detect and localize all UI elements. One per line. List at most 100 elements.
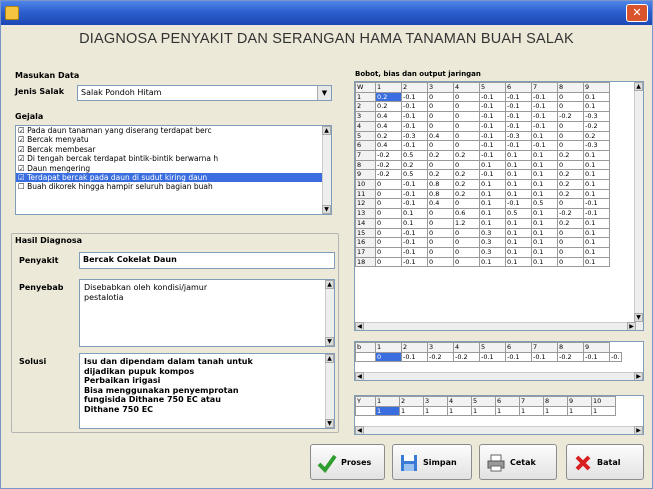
symptom-item[interactable]: ☑ Daun mengering	[16, 164, 331, 173]
weight-cell[interactable]: 0.3	[479, 237, 506, 248]
scroll-up-icon[interactable]: ▲	[634, 82, 643, 91]
output-cell[interactable]	[355, 405, 376, 417]
chevron-down-icon[interactable]: ▼	[317, 86, 331, 100]
weight-cell[interactable]: 0	[453, 101, 480, 113]
weight-cell[interactable]: 0.5	[531, 198, 558, 210]
weight-cell[interactable]: 0.1	[583, 91, 610, 103]
weight-grid-vscroll[interactable]: ▲ ▼	[634, 82, 643, 330]
scroll-left-icon[interactable]: ◀	[355, 322, 364, 330]
row-header[interactable]: 10	[355, 179, 376, 190]
weight-cell[interactable]: 0.2	[427, 149, 454, 161]
weight-cell[interactable]: 0.1	[583, 246, 610, 258]
weight-cell[interactable]: 0.1	[505, 227, 532, 239]
weight-cell[interactable]: -0.3	[401, 130, 428, 142]
weight-cell[interactable]: -0.1	[479, 111, 506, 122]
bias-cell[interactable]: -0.2	[453, 351, 480, 363]
column-header[interactable]: 8	[543, 396, 568, 407]
cetak-button[interactable]: Cetak	[479, 444, 557, 480]
weight-cell[interactable]: 0	[557, 120, 584, 132]
weight-cell[interactable]: 1.2	[453, 217, 480, 229]
weight-cell[interactable]: 0.1	[583, 179, 610, 190]
output-cell[interactable]: 1	[447, 405, 472, 417]
weight-cell[interactable]: -0.1	[479, 140, 506, 151]
bias-cell[interactable]: -0.2	[557, 351, 584, 363]
weight-cell[interactable]: 0.1	[531, 169, 558, 181]
weight-cell[interactable]: 0	[453, 256, 480, 268]
bias-cell[interactable]: -0.1	[505, 351, 532, 363]
symptom-item[interactable]: ☑ Pada daun tanaman yang diserang terdap…	[16, 126, 331, 135]
column-header[interactable]: 6	[505, 82, 532, 93]
row-header[interactable]: 9	[355, 169, 376, 181]
output-cell[interactable]: 1	[471, 405, 496, 417]
output-cell[interactable]: 1	[375, 405, 400, 417]
weight-cell[interactable]: -0.1	[505, 101, 532, 113]
weight-cell[interactable]: -0.1	[505, 120, 532, 132]
column-header[interactable]: Y	[355, 396, 376, 407]
scroll-up-icon[interactable]: ▲	[325, 280, 334, 289]
weight-cell[interactable]: 0.8	[427, 188, 454, 200]
column-header[interactable]: 3	[427, 342, 454, 353]
bias-cell[interactable]: -0.1	[401, 351, 428, 363]
weight-cell[interactable]: 0	[427, 217, 454, 229]
weight-cell[interactable]: 0	[427, 246, 454, 258]
weight-cell[interactable]: -0.1	[401, 140, 428, 151]
weight-cell[interactable]: -0.2	[375, 159, 402, 171]
column-header[interactable]: 9	[583, 342, 610, 353]
weight-cell[interactable]: 0	[427, 111, 454, 122]
scroll-down-icon[interactable]: ▼	[634, 313, 643, 322]
column-header[interactable]: 10	[591, 396, 616, 407]
scroll-down-icon[interactable]: ▼	[325, 337, 334, 346]
weight-cell[interactable]: 0	[427, 159, 454, 171]
scroll-right-icon[interactable]: ▶	[627, 322, 636, 330]
weight-cell[interactable]: 0.1	[479, 188, 506, 200]
column-header[interactable]: 2	[401, 342, 428, 353]
weight-cell[interactable]: 0	[453, 198, 480, 210]
weight-cell[interactable]: -0.1	[531, 101, 558, 113]
weight-cell[interactable]: 0	[375, 246, 402, 258]
weight-cell[interactable]: 0.1	[583, 256, 610, 268]
bias-cell[interactable]: -0.1	[583, 351, 610, 363]
checkbox-icon[interactable]: ☑	[18, 154, 27, 163]
weight-cell[interactable]: -0.1	[401, 101, 428, 113]
bias-cell[interactable]: -0.1	[531, 351, 558, 363]
weight-cell[interactable]: -0.1	[479, 149, 506, 161]
output-cell[interactable]: 1	[495, 405, 520, 417]
bias-cell[interactable]: -0.	[609, 351, 622, 363]
weight-cell[interactable]: 0.3	[479, 227, 506, 239]
output-cell[interactable]: 1	[567, 405, 592, 417]
column-header[interactable]: W	[355, 82, 376, 93]
column-header[interactable]: 7	[531, 82, 558, 93]
bias-cell[interactable]: -0.2	[427, 351, 454, 363]
weight-cell[interactable]: 0	[557, 198, 584, 210]
weight-cell[interactable]: 0	[557, 256, 584, 268]
weight-cell[interactable]: 0	[453, 91, 480, 103]
scroll-up-icon[interactable]: ▲	[325, 354, 334, 363]
penyebab-scrollbar[interactable]: ▲ ▼	[325, 280, 334, 346]
solusi-scrollbar[interactable]: ▲ ▼	[325, 354, 334, 428]
penyakit-field[interactable]: Bercak Cokelat Daun	[79, 252, 335, 269]
symptom-item[interactable]: ☑ Di tengah bercak terdapat bintik-binti…	[16, 154, 331, 163]
symptom-item[interactable]: ☐ Buah dikorek hingga hampir seluruh bag…	[16, 182, 331, 191]
checkbox-icon[interactable]: ☑	[18, 145, 27, 154]
weight-cell[interactable]: 0	[453, 130, 480, 142]
column-header[interactable]: 1	[375, 342, 402, 353]
weight-cell[interactable]: 0.1	[583, 149, 610, 161]
close-button[interactable]: ✕	[626, 4, 648, 22]
weight-cell[interactable]: 0.1	[505, 217, 532, 229]
weight-cell[interactable]: 0.2	[557, 149, 584, 161]
weight-cell[interactable]: 0.5	[401, 149, 428, 161]
weight-cell[interactable]: 0.4	[427, 198, 454, 210]
weight-cell[interactable]: 0.5	[505, 208, 532, 219]
weight-cell[interactable]: -0.1	[479, 169, 506, 181]
row-header[interactable]: 13	[355, 208, 376, 219]
row-header[interactable]: 6	[355, 140, 376, 151]
weight-cell[interactable]: 0.1	[505, 188, 532, 200]
weight-cell[interactable]: 0.4	[375, 120, 402, 132]
output-grid-hscroll[interactable]: ◀ ▶	[355, 426, 643, 434]
weight-cell[interactable]: 0.1	[505, 149, 532, 161]
weight-cell[interactable]: 0.2	[557, 179, 584, 190]
weight-cell[interactable]: -0.1	[505, 111, 532, 122]
weight-cell[interactable]: -0.1	[583, 208, 610, 219]
weight-cell[interactable]: 0	[557, 246, 584, 258]
scroll-down-icon[interactable]: ▼	[322, 205, 331, 214]
